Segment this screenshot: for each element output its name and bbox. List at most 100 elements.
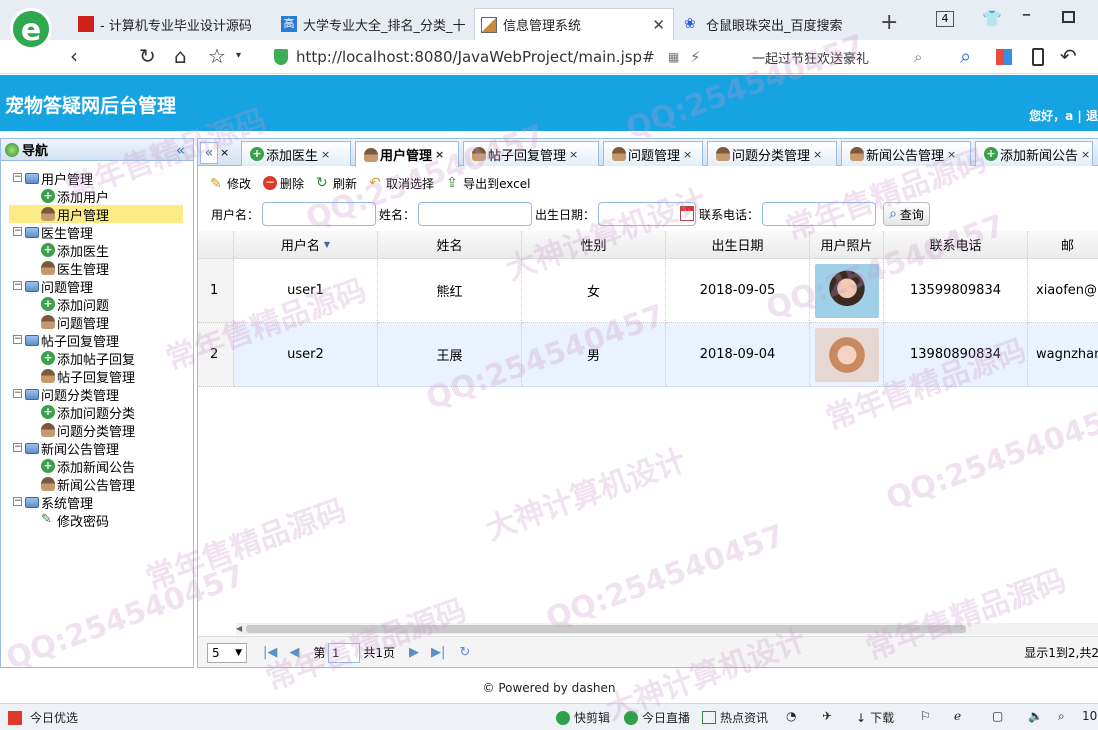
tab-scroll-left-icon[interactable]: « [200,142,218,164]
cell-phone[interactable]: 13599809834 [884,259,1028,323]
nav-item-4-0[interactable]: + 添加问题分类 [41,403,135,422]
export-excel-button[interactable]: ⇪ 导出到excel [446,175,530,192]
pin-icon[interactable]: ✈ [822,709,832,723]
reload-icon[interactable]: ↻ [139,45,156,67]
collapse-icon[interactable]: « [176,141,185,159]
undo-icon[interactable]: ↶ [1060,45,1077,67]
nav-item-2-1[interactable]: 问题管理 [41,313,109,332]
nav-item-5-0[interactable]: + 添加新闻公告 [41,457,135,476]
tree-toggle-icon[interactable]: − [13,443,22,452]
cell-birthday[interactable]: 2018-09-05 [666,259,810,323]
last-page-icon[interactable]: ▶| [431,645,445,660]
column-header-0[interactable]: 用户名 ▼ [234,231,378,259]
star-icon[interactable]: ☆ [208,45,226,67]
nav-group-5[interactable]: − 新闻公告管理 [13,439,119,458]
lightning-icon[interactable]: ⚡ [690,48,701,66]
status-item-news[interactable]: 热点资讯 [702,709,768,726]
column-header-3[interactable]: 出生日期 [666,231,810,259]
username-input[interactable] [262,202,377,226]
tab-0[interactable]: + 添加医生 × [241,141,351,166]
status-item-live[interactable]: 今日直播 [624,709,690,726]
ad-text[interactable]: 一起过节狂欢送豪礼 [752,48,869,67]
browser-logo[interactable]: e [10,8,52,50]
home-icon[interactable]: ⌂ [174,45,187,67]
cell-num[interactable]: 2 [198,323,234,387]
cell-name[interactable]: 熊红 [378,259,522,323]
new-tab-button[interactable]: + [880,10,898,35]
tab-5[interactable]: 新闻公告管理 × [841,141,971,166]
back-icon[interactable]: ‹ [70,45,78,67]
today-picks[interactable]: 今日优选 [8,709,78,726]
nav-item-1-0[interactable]: + 添加医生 [41,241,109,260]
refresh-button[interactable]: ↻ 刷新 [316,175,357,192]
birthday-input[interactable] [598,202,697,226]
page-number-input[interactable] [328,642,361,663]
greeting-text[interactable]: 您好，a | 退 [1029,107,1098,124]
tab-close-icon[interactable]: × [1081,148,1090,161]
scroll-left-arrow[interactable]: ◀ [236,624,242,633]
apps-icon[interactable] [996,49,1012,65]
tab-close-icon[interactable]: × [321,148,330,161]
flag-icon[interactable]: ⚐ [920,709,931,723]
browser-tab-3[interactable]: 信息管理系统 ✕ [474,8,674,40]
edit-button[interactable]: ✎ 修改 [210,175,251,192]
phone-icon[interactable] [1032,48,1044,66]
tab-2[interactable]: 帖子回复管理 × [463,141,599,166]
window-icon[interactable]: ▢ [992,709,1003,723]
cell-email[interactable]: xiaofen@ [1028,259,1098,323]
tab-close-icon[interactable]: × [947,148,956,161]
url-text[interactable]: http://localhost:8080/JavaWebProject/mai… [296,48,655,66]
cell-num[interactable]: 1 [198,259,234,323]
tab-1[interactable]: 用户管理 × [355,141,459,167]
cell-birthday[interactable]: 2018-09-04 [666,323,810,387]
browser-tab-4[interactable]: ❀ 仓鼠眼珠突出_百度搜索 [678,8,873,40]
tree-toggle-icon[interactable]: − [13,497,22,506]
tab-close-icon[interactable]: ✕ [652,16,665,34]
phone-input[interactable] [762,202,877,226]
grid-icon[interactable]: ▦ [668,50,679,64]
cell-username[interactable]: user1 [234,259,378,323]
ie-icon[interactable]: ℯ [954,709,961,723]
search-icon[interactable]: ⌕ [914,48,922,66]
nav-item-6-0[interactable]: ✎ 修改密码 [41,511,109,530]
zoom-icon[interactable]: ⌕ [1058,709,1065,724]
nav-item-2-0[interactable]: + 添加问题 [41,295,109,314]
cell-name[interactable]: 王展 [378,323,522,387]
nav-item-0-1[interactable]: 用户管理 [9,205,183,224]
chevron-down-icon[interactable]: ▾ [236,45,241,67]
column-header-6[interactable]: 邮 [1028,231,1098,259]
tree-toggle-icon[interactable]: − [13,281,22,290]
address-bar[interactable]: http://localhost:8080/JavaWebProject/mai… [274,44,942,70]
maximize-icon[interactable] [1062,11,1075,23]
cell-photo[interactable] [810,323,884,387]
tab-close-icon[interactable]: × [813,148,822,161]
speed-icon[interactable]: ◔ [786,709,796,723]
tab-6[interactable]: + 添加新闻公告 × [975,141,1093,166]
tree-toggle-icon[interactable]: − [13,335,22,344]
nav-item-1-1[interactable]: 医生管理 [41,259,109,278]
first-page-icon[interactable]: |◀ [263,645,277,660]
nav-group-2[interactable]: − 问题管理 [13,277,93,296]
tab-3[interactable]: 问题管理 × [603,141,703,166]
zoom-level[interactable]: 10 [1082,709,1097,723]
shirt-icon[interactable]: 👕 [982,9,1002,28]
cell-gender[interactable]: 女 [522,259,666,323]
column-header-5[interactable]: 联系电话 [884,231,1028,259]
query-button[interactable]: ⌕ 查询 [883,202,930,226]
nav-group-3[interactable]: − 帖子回复管理 [13,331,119,350]
status-item-download[interactable]: ↓ 下载 [856,709,894,726]
scroll-thumb[interactable] [246,625,966,633]
name-input[interactable] [418,202,533,226]
reload-icon[interactable]: ↻ [459,645,470,660]
tree-toggle-icon[interactable]: − [13,227,22,236]
tab-4[interactable]: 问题分类管理 × [707,141,837,166]
tree-toggle-icon[interactable]: − [13,173,22,182]
nav-item-4-1[interactable]: 问题分类管理 [41,421,135,440]
delete-button[interactable]: − 删除 [263,175,304,192]
tab-close-icon[interactable]: × [683,148,692,161]
status-item-clip[interactable]: 快剪辑 [556,709,610,726]
cell-phone[interactable]: 13980890834 [884,323,1028,387]
column-header-4[interactable]: 用户照片 [810,231,884,259]
next-page-icon[interactable]: ▶ [409,645,419,660]
prev-page-icon[interactable]: ◀ [289,645,299,660]
